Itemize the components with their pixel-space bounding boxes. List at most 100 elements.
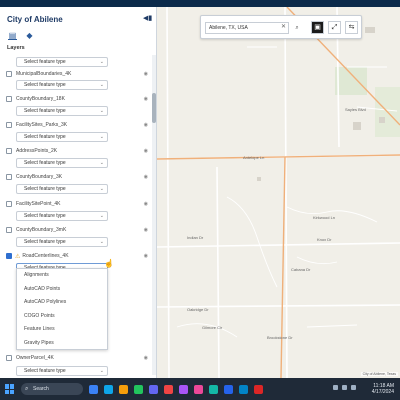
chevron-down-icon: ⌄ [99, 134, 104, 140]
layer-row-road-centerlines[interactable]: ⚠ RoadCenterlines_4K ◉ [6, 251, 152, 261]
scrollbar-thumb[interactable] [152, 93, 156, 123]
split-view-button[interactable]: ⇆ [345, 21, 358, 34]
volume-icon[interactable] [342, 385, 347, 390]
app-icon[interactable] [254, 384, 263, 394]
feature-type-dropdown: Alignments AutoCAD Points AutoCAD Polyli… [16, 268, 108, 350]
layer-checkbox[interactable] [6, 122, 12, 128]
layer-checkbox[interactable] [6, 355, 12, 361]
dropdown-option-alignments[interactable]: Alignments [17, 269, 107, 283]
wifi-icon[interactable] [333, 385, 338, 390]
search-icon[interactable]: ⌕ [291, 22, 303, 34]
visibility-icon[interactable]: ◉ [144, 355, 148, 361]
layer-row-municipal-boundaries[interactable]: MunicipalBoundaries_4K ◉ [6, 69, 152, 79]
layer-name: RoadCenterlines_4K [22, 253, 69, 259]
feature-type-select[interactable]: Select feature type ⌄ [16, 184, 108, 194]
layer-row-county-boundary-3mk[interactable]: CountyBoundary_3mK ◉ [6, 225, 152, 235]
chevron-down-icon: ⌄ [99, 59, 104, 65]
layer-row-owner-parcel[interactable]: OwnerParcel_4K ◉ [6, 353, 152, 363]
select-tool-button[interactable]: ▣ [311, 21, 324, 34]
chevron-down-icon: ⌄ [99, 186, 104, 192]
street-label: Cabana Dr [291, 267, 311, 272]
app-icon[interactable] [164, 384, 173, 394]
word-icon[interactable] [224, 384, 233, 394]
dropdown-option-autocad-polylines[interactable]: AutoCAD Polylines [17, 296, 107, 310]
teams-icon[interactable] [149, 384, 158, 394]
visibility-icon[interactable]: ◉ [144, 174, 148, 180]
dropdown-option-autocad-points[interactable]: AutoCAD Points [17, 283, 107, 297]
street-grid [157, 7, 400, 378]
feature-type-select[interactable]: Select feature type ⌄ [16, 158, 108, 168]
feature-type-select[interactable]: Select feature type ⌄ [16, 132, 108, 142]
buildings [257, 27, 385, 181]
feature-type-select[interactable]: Select feature type ⌄ [16, 366, 108, 376]
layer-row-facility-sites-parks[interactable]: FacilitySites_Parks_3K ◉ [6, 120, 152, 130]
layer-checkbox[interactable] [6, 71, 12, 77]
windows-taskbar: Search 11:18 AM 4/17/2024 [0, 378, 400, 400]
chevron-down-icon: ⌄ [99, 82, 104, 88]
layer-row-address-points[interactable]: AddressPoints_2K ◉ [6, 146, 152, 156]
feature-type-select[interactable]: Select feature type ⌄ [16, 106, 108, 116]
feature-type-select[interactable]: Select feature type ⌄ [16, 237, 108, 247]
layer-name: FacilitySites_Parks_3K [16, 122, 68, 128]
dropdown-option-cogo-points[interactable]: COGO Points [17, 310, 107, 324]
windows-start-icon[interactable] [5, 384, 15, 394]
layer-checkbox[interactable] [6, 174, 12, 180]
street-label: Kirkwood Ln [313, 215, 336, 220]
system-tray [333, 385, 356, 390]
dropdown-option-gravity-pipes[interactable]: Gravity Pipes [17, 337, 107, 351]
clear-icon[interactable]: ✕ [281, 23, 286, 30]
street-label: Sayles Blvd [345, 107, 366, 112]
layer-checkbox[interactable] [6, 148, 12, 154]
visibility-icon[interactable]: ◉ [144, 71, 148, 77]
layer-checkbox-checked[interactable] [6, 253, 12, 259]
layer-name: CountyBoundary_3mK [16, 227, 67, 233]
taskbar-search[interactable]: Search [21, 383, 83, 395]
map-search-bar: ✕ ⌕ ▣ ⤢ ⇆ [200, 15, 362, 39]
zoom-extent-button[interactable]: ⤢ [328, 21, 341, 34]
location-search-input[interactable] [205, 22, 289, 34]
file-explorer-icon[interactable] [89, 384, 98, 394]
layer-name: AddressPoints_2K [16, 148, 58, 154]
layer-name: OwnerParcel_4K [16, 355, 54, 361]
edge-browser-icon[interactable] [104, 384, 113, 394]
map-attribution: City of Abilene, Texas [360, 372, 398, 376]
dropdown-option-feature-lines[interactable]: Feature Lines [17, 323, 107, 337]
feature-type-select[interactable]: Select feature type ⌄ [16, 57, 108, 67]
battery-icon[interactable] [351, 385, 356, 390]
mouse-cursor-icon: ☝ [104, 259, 114, 268]
street-label: Knox Dr [317, 237, 332, 242]
panel-title: City of Abilene [7, 15, 63, 24]
visibility-icon[interactable]: ◉ [144, 148, 148, 154]
feature-type-select[interactable]: Select feature type ⌄ [16, 80, 108, 90]
chevron-down-icon: ⌄ [99, 368, 104, 374]
layer-checkbox[interactable] [6, 201, 12, 207]
visibility-icon[interactable]: ◉ [144, 96, 148, 102]
excel-icon[interactable] [134, 384, 143, 394]
map-view[interactable]: Antelope Ln Kirkwood Ln Cabana Dr Oakrid… [157, 7, 400, 378]
app-icon[interactable] [209, 384, 218, 394]
app-icon[interactable] [194, 384, 203, 394]
outlook-icon[interactable] [239, 384, 248, 394]
layer-checkbox[interactable] [6, 227, 12, 233]
layer-checkbox[interactable] [6, 96, 12, 102]
taskbar-clock[interactable]: 11:18 AM 4/17/2024 [372, 383, 394, 395]
chevron-down-icon: ⌄ [99, 160, 104, 166]
street-label: Antelope Ln [243, 155, 265, 160]
basemap-tab-icon[interactable]: ◆ [25, 31, 34, 40]
layers-section-label: Layers [7, 45, 25, 51]
visibility-icon[interactable]: ◉ [144, 201, 148, 207]
visibility-icon[interactable]: ◉ [144, 253, 148, 259]
feature-type-select[interactable]: Select feature type ⌄ [16, 211, 108, 221]
layer-row-county-boundary-3k[interactable]: CountyBoundary_3K ◉ [6, 172, 152, 182]
folder-icon[interactable] [119, 384, 128, 394]
collapse-panel-icon[interactable]: ◀▮ [143, 15, 152, 23]
visibility-icon[interactable]: ◉ [144, 122, 148, 128]
park-area [335, 67, 367, 95]
app-icon[interactable] [179, 384, 188, 394]
map-canvas [157, 7, 400, 378]
layers-tab-icon[interactable]: ▤ [8, 31, 17, 40]
visibility-icon[interactable]: ◉ [144, 227, 148, 233]
layer-row-county-boundary-18k[interactable]: CountyBoundary_18K ◉ [6, 94, 152, 104]
clock-date: 4/17/2024 [371, 389, 394, 395]
layer-row-facility-site-point[interactable]: FacilitySitePoint_4K ◉ [6, 199, 152, 209]
